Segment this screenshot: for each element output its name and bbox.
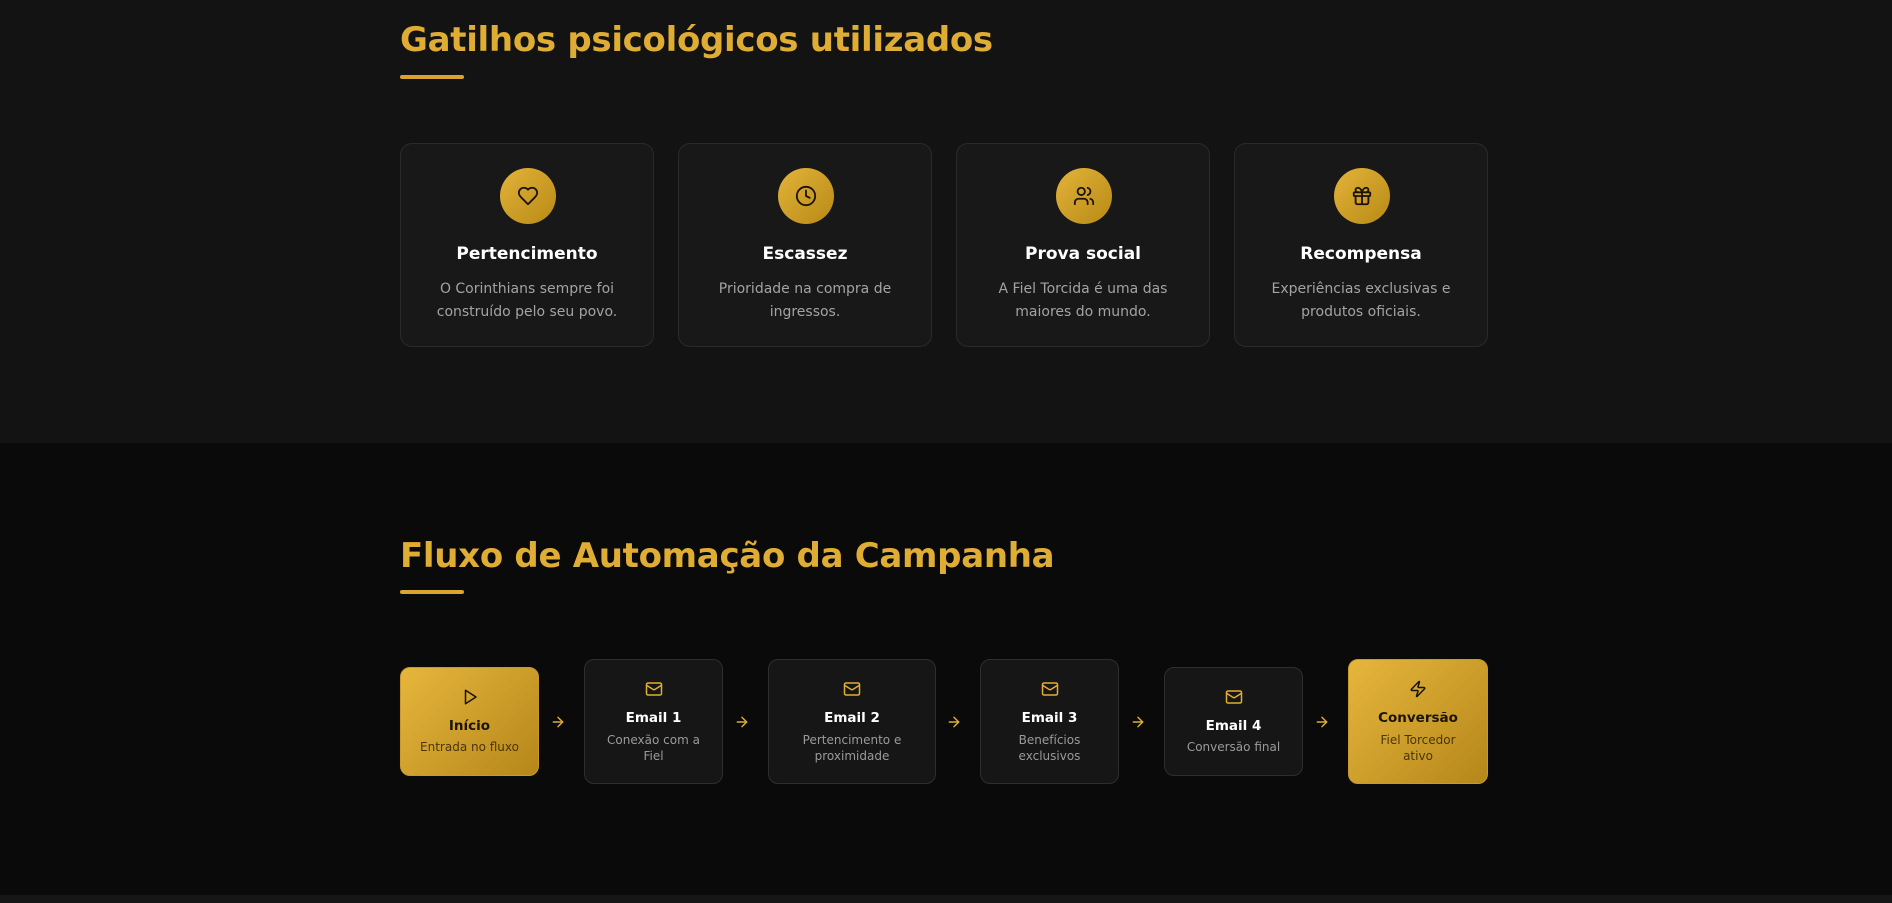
play-icon [401, 688, 538, 706]
trigger-card-recompensa: Recompensa Experiências exclusivas e pro… [1234, 143, 1488, 347]
flow-node-email-1[interactable]: Email 1 Conexão com a Fiel [584, 659, 723, 784]
trigger-card-prova-social: Prova social A Fiel Torcida é uma das ma… [956, 143, 1210, 347]
flow-node-email-3[interactable]: Email 3 Benefícios exclusivos [980, 659, 1119, 784]
zap-icon [1349, 680, 1487, 698]
triggers-section-title: Gatilhos psicológicos utilizados [400, 20, 993, 60]
page-footer-strip [0, 895, 1892, 903]
flow-node-title: Email 1 [625, 710, 682, 726]
trigger-card-title: Escassez [762, 244, 848, 264]
gift-icon [1334, 168, 1390, 224]
trigger-card-description: O Corinthians sempre foi construído pelo… [436, 281, 618, 320]
arrow-right-icon [1128, 713, 1148, 731]
trigger-card-title: Prova social [1025, 244, 1141, 264]
flow-node-description: Conexão com a Fiel [607, 733, 700, 763]
trigger-card-title: Recompensa [1300, 244, 1422, 264]
triggers-section [0, 0, 1892, 443]
trigger-card-description: Experiências exclusivas e produtos ofici… [1271, 281, 1451, 320]
flow-node-title: Email 3 [1021, 710, 1078, 726]
heart-icon [500, 168, 556, 224]
trigger-card-title: Pertencimento [456, 244, 598, 264]
mail-icon [769, 680, 935, 698]
flow-node-email-4[interactable]: Email 4 Conversão final [1164, 667, 1303, 776]
flow-node-title: Conversão [1378, 710, 1458, 726]
arrow-right-icon [1312, 713, 1332, 731]
mail-icon [981, 680, 1118, 698]
trigger-card-pertencimento: Pertencimento O Corinthians sempre foi c… [400, 143, 654, 347]
flow-section-title: Fluxo de Automação da Campanha [400, 536, 1055, 576]
arrow-right-icon [944, 713, 964, 731]
flow-node-description: Conversão final [1186, 740, 1281, 754]
arrow-right-icon [732, 713, 752, 731]
flow-node-email-2[interactable]: Email 2 Pertencimento e proximidade [768, 659, 936, 784]
arrow-right-icon [548, 713, 568, 731]
mail-icon [585, 680, 722, 698]
flow-node-description: Pertencimento e proximidade [802, 733, 902, 763]
triggers-title-underline [400, 75, 464, 79]
users-icon [1056, 168, 1112, 224]
mail-icon [1165, 688, 1302, 706]
flow-node-description: Fiel Torcedor ativo [1380, 733, 1456, 763]
flow-section [0, 443, 1892, 895]
flow-title-underline [400, 590, 464, 594]
clock-icon [778, 168, 834, 224]
flow-node-description: Benefícios exclusivos [1018, 733, 1081, 763]
flow-node-inicio[interactable]: Início Entrada no fluxo [400, 667, 539, 776]
trigger-card-description: Prioridade na compra de ingressos. [718, 281, 892, 320]
flow-node-description: Entrada no fluxo [420, 740, 519, 754]
flow-node-conversao[interactable]: Conversão Fiel Torcedor ativo [1348, 659, 1488, 784]
trigger-card-description: A Fiel Torcida é uma das maiores do mund… [998, 281, 1168, 320]
flow-node-title: Email 2 [824, 710, 880, 726]
flow-node-title: Início [448, 718, 491, 734]
flow-node-title: Email 4 [1205, 718, 1262, 734]
trigger-card-escassez: Escassez Prioridade na compra de ingress… [678, 143, 932, 347]
